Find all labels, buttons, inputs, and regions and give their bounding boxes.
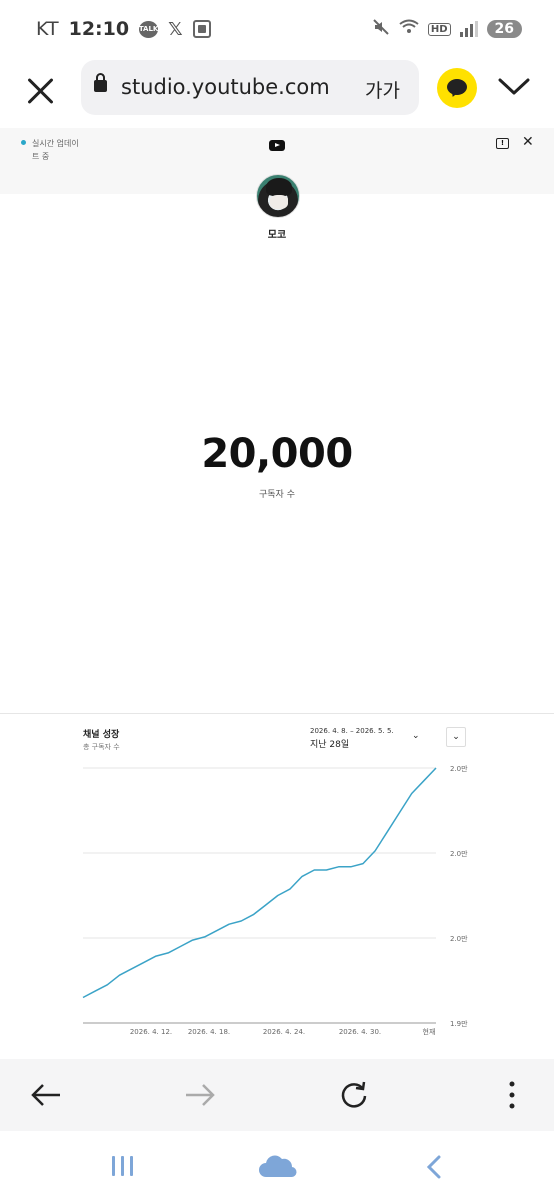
browser-address-bar: studio.youtube.com 가가 xyxy=(0,60,554,122)
carrier-label: KT xyxy=(36,18,59,40)
period-dropdown-icon[interactable]: ⌄ xyxy=(412,731,420,741)
feedback-icon[interactable]: ! xyxy=(496,138,509,149)
more-menu-icon[interactable] xyxy=(494,1077,530,1113)
url-field[interactable]: studio.youtube.com 가가 xyxy=(81,60,419,115)
section-divider xyxy=(0,713,554,714)
live-update-text: 실시간 업데이트 중 xyxy=(32,139,79,161)
period-label: 지난 28일 xyxy=(310,740,350,750)
status-right: HD 26 xyxy=(372,18,522,40)
subscriber-series-line xyxy=(82,767,437,999)
youtube-logo-icon xyxy=(269,140,285,151)
date-range: 2026. 4. 8. – 2026. 5. 5. xyxy=(310,727,394,735)
back-arrow-icon[interactable] xyxy=(28,1077,64,1113)
lock-icon xyxy=(94,73,107,92)
close-browser-button[interactable] xyxy=(22,72,60,110)
kakaotalk-icon: TALK xyxy=(139,20,158,38)
growth-chart: 2.0만 2.0만 2.0만 1.9만 2026. 4. 12. 2026. 4. 18.… xyxy=(82,764,468,1036)
status-bar: KT 12:10 TALK 𝕏 HD 26 xyxy=(0,0,554,60)
nav-back-icon[interactable] xyxy=(426,1155,442,1183)
y-tick-label: 2.0만 xyxy=(450,849,468,858)
x-app-icon: 𝕏 xyxy=(168,18,183,40)
x-tick-label: 2026. 4. 12. xyxy=(130,1028,172,1036)
status-left: KT 12:10 TALK 𝕏 xyxy=(36,18,211,40)
x-tick-label: 2026. 4. 18. xyxy=(188,1028,230,1036)
battery-indicator: 26 xyxy=(486,20,522,38)
system-nav-bar xyxy=(0,1131,554,1200)
refresh-icon[interactable] xyxy=(336,1077,372,1113)
y-tick-label: 2.0만 xyxy=(450,934,468,943)
clock: 12:10 xyxy=(68,18,130,40)
recent-apps-icon[interactable] xyxy=(112,1156,133,1176)
chevron-down-icon[interactable] xyxy=(498,74,530,98)
growth-title: 채널 성장 xyxy=(83,730,120,740)
kakaotalk-share-button[interactable] xyxy=(437,68,477,108)
forward-arrow-icon[interactable] xyxy=(182,1077,218,1113)
channel-avatar xyxy=(256,174,300,218)
font-size-button[interactable]: 가가 xyxy=(365,76,400,103)
url-text: studio.youtube.com xyxy=(121,75,330,99)
x-tick-label: 2026. 4. 24. xyxy=(263,1028,305,1036)
growth-subtitle: 총 구독자 수 xyxy=(83,743,120,751)
mute-icon xyxy=(372,18,390,40)
x-tick-label: 2026. 4. 30. xyxy=(339,1028,381,1036)
channel-name: 모코 xyxy=(267,230,287,241)
y-tick-label: 2.0만 xyxy=(450,764,468,773)
x-tick-label: 현재 xyxy=(423,1028,436,1036)
live-indicator-dot xyxy=(21,140,26,145)
screenshot-icon xyxy=(192,20,211,38)
subscriber-count: 20,000 xyxy=(201,431,353,477)
y-tick-label: 1.9만 xyxy=(450,1019,468,1028)
wifi-icon xyxy=(399,19,419,39)
home-cloud-icon[interactable] xyxy=(258,1153,298,1179)
browser-toolbar xyxy=(0,1059,554,1131)
close-icon[interactable]: ✕ xyxy=(522,134,534,150)
chart-options-button[interactable]: ⌄ xyxy=(446,727,466,747)
hd-voice-icon: HD xyxy=(427,22,451,36)
subscriber-label: 구독자 수 xyxy=(259,490,295,500)
signal-icon xyxy=(459,21,478,37)
